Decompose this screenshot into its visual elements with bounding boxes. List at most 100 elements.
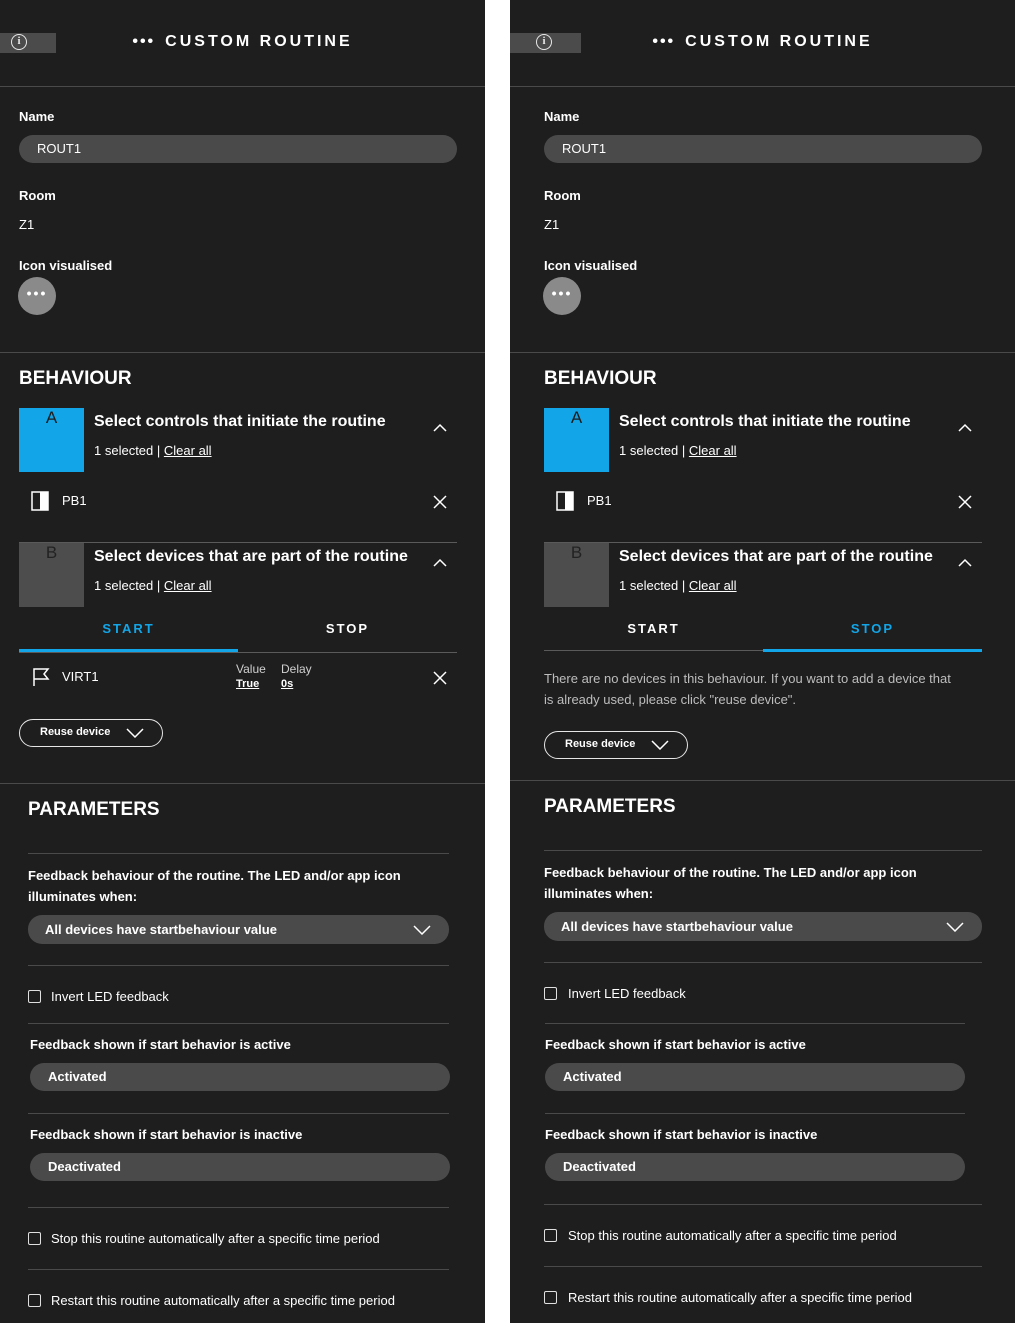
stop-auto-checkbox[interactable] [28,1232,41,1245]
tab-start[interactable]: START [544,621,763,636]
active-field[interactable]: Activated [545,1063,965,1091]
room-label: Room [19,188,56,203]
chevron-down-icon [946,922,964,932]
feedback-label-line: illuminates when: [28,889,138,904]
selected-count: 1 selected | [94,578,161,593]
inactive-field[interactable]: Deactivated [545,1153,965,1181]
parameters-title: PARAMETERS [28,799,160,820]
clear-all-link[interactable]: Clear all [164,578,212,593]
divider [28,1113,449,1114]
routine-icon-button[interactable]: ••• [18,277,56,315]
restart-auto-checkbox[interactable] [544,1291,557,1304]
stop-auto-checkbox[interactable] [544,1229,557,1242]
control-item-name: PB1 [62,493,87,508]
divider [28,1269,449,1270]
routine-panel-start: i ••• CUSTOM ROUTINE Name ROUT1 Room Z1 I… [0,0,485,1323]
dots-icon: ••• [652,33,676,50]
feedback-label-line: illuminates when: [544,886,654,901]
behaviour-title: BEHAVIOUR [19,368,132,389]
active-label: Feedback shown if start behavior is acti… [30,1037,291,1052]
inactive-field[interactable]: Deactivated [30,1153,450,1181]
selected-count: 1 selected | [619,443,686,458]
inactive-label: Feedback shown if start behavior is inac… [30,1127,303,1142]
divider [545,1113,965,1114]
panel-header: i ••• CUSTOM ROUTINE [0,0,485,86]
active-field[interactable]: Activated [30,1063,450,1091]
page-title: ••• CUSTOM ROUTINE [510,33,1015,51]
tab-stop[interactable]: STOP [763,621,982,636]
room-value: Z1 [19,217,35,232]
feedback-label-line: Feedback behaviour of the routine. The L… [544,865,917,880]
stop-auto-label: Stop this routine automatically after a … [568,1228,897,1243]
divider [28,1023,449,1024]
restart-auto-checkbox[interactable] [28,1294,41,1307]
name-field[interactable]: ROUT1 [544,135,982,163]
divider [0,352,485,353]
card-b-title: Select devices that are part of the rout… [94,548,408,565]
reuse-device-button[interactable]: Reuse device [19,719,163,747]
empty-devices-message: There are no devices in this behaviour. … [544,668,994,710]
reuse-device-label: Reuse device [40,726,111,738]
feedback-select[interactable]: All devices have startbehaviour value [544,912,982,941]
close-icon[interactable] [958,495,972,509]
tab-stop[interactable]: STOP [238,621,457,636]
close-icon[interactable] [433,495,447,509]
name-field[interactable]: ROUT1 [19,135,457,163]
badge-a: A [544,408,609,472]
routine-panel-stop: i ••• CUSTOM ROUTINE Name ROUT1 Room Z1 I… [510,0,1015,1323]
empty-message-line: There are no devices in this behaviour. … [544,671,951,686]
page-title-text: CUSTOM ROUTINE [165,33,353,50]
stop-auto-label: Stop this routine automatically after a … [51,1231,380,1246]
clear-all-link[interactable]: Clear all [689,443,737,458]
divider [19,542,457,543]
delay-label: Delay [281,662,312,676]
routine-icon-button[interactable]: ••• [543,277,581,315]
badge-b: B [19,543,84,607]
invert-led-checkbox[interactable] [544,987,557,1000]
page-title-text: CUSTOM ROUTINE [685,33,873,50]
empty-message-line: is already used, please click "reuse dev… [544,692,797,707]
icon-label: Icon visualised [544,258,638,273]
selected-count: 1 selected | [619,578,686,593]
flag-icon [33,668,50,686]
reuse-device-button[interactable]: Reuse device [544,731,688,759]
restart-auto-label: Restart this routine automatically after… [51,1293,395,1308]
divider [545,1023,965,1024]
card-b-title: Select devices that are part of the rout… [619,548,933,565]
divider [544,962,982,963]
feedback-label-line: Feedback behaviour of the routine. The L… [28,868,401,883]
divider [544,1266,982,1267]
divider [544,1204,982,1205]
page-title: ••• CUSTOM ROUTINE [0,33,485,51]
feedback-select[interactable]: All devices have startbehaviour value [28,915,449,944]
divider [544,850,982,851]
pushbutton-icon [556,491,574,511]
name-label: Name [544,109,580,124]
badge-a: A [19,408,84,472]
clear-all-link[interactable]: Clear all [164,443,212,458]
value-link[interactable]: True [236,678,259,690]
tab-start[interactable]: START [19,621,238,636]
control-item-name: PB1 [587,493,612,508]
divider [28,1207,449,1208]
divider [510,86,1015,87]
tab-indicator [763,649,982,652]
room-value: Z1 [544,217,560,232]
feedback-label: Feedback behaviour of the routine. The L… [28,865,401,907]
icon-label: Icon visualised [19,258,113,273]
chevron-up-icon[interactable] [958,558,972,568]
feedback-label: Feedback behaviour of the routine. The L… [544,862,917,904]
chevron-up-icon[interactable] [958,423,972,433]
card-b-selected: 1 selected | Clear all [94,578,212,593]
reuse-device-label: Reuse device [565,738,636,750]
divider [0,783,485,784]
invert-led-label: Invert LED feedback [51,989,169,1004]
invert-led-checkbox[interactable] [28,990,41,1003]
name-label: Name [19,109,55,124]
chevron-up-icon[interactable] [433,423,447,433]
close-icon[interactable] [433,671,447,685]
delay-link[interactable]: 0s [281,678,293,690]
clear-all-link[interactable]: Clear all [689,578,737,593]
chevron-up-icon[interactable] [433,558,447,568]
room-label: Room [544,188,581,203]
